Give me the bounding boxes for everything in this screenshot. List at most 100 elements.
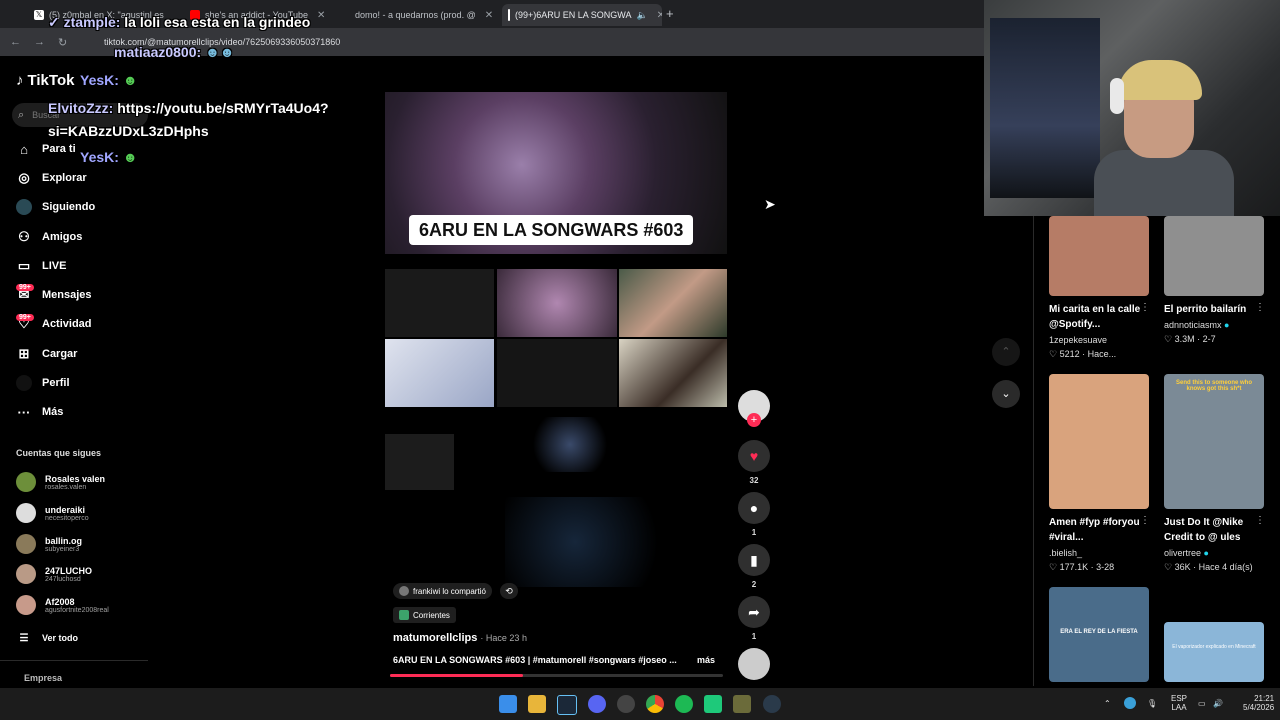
- recommended-title[interactable]: El perrito bailarín: [1164, 302, 1260, 317]
- mic-icon[interactable]: 🎙: [1147, 699, 1157, 708]
- back-icon[interactable]: ←: [10, 36, 21, 48]
- repost-icon[interactable]: ⟲: [500, 583, 518, 599]
- more-options-icon[interactable]: ⋮: [1140, 515, 1150, 526]
- recommended-title[interactable]: Just Do It @Nike Credit to @ ules: [1164, 515, 1260, 545]
- chevron-up-icon: ⌃: [1001, 346, 1011, 358]
- video-progress-track[interactable]: [390, 674, 723, 677]
- recommended-user[interactable]: .bielish_: [1049, 548, 1082, 558]
- obs-icon[interactable]: [617, 695, 635, 713]
- recommended-user-row[interactable]: olivertree ●: [1164, 548, 1209, 558]
- save-button[interactable]: ▮: [738, 544, 770, 576]
- following-item[interactable]: 247LUCHO 247luchosd: [16, 564, 92, 584]
- see-all-label: Ver todo: [42, 633, 79, 643]
- close-icon[interactable]: ✕: [657, 10, 662, 21]
- chrome-icon[interactable]: [646, 695, 664, 713]
- recommended-thumb[interactable]: Send this to someone who knows got this …: [1164, 374, 1264, 509]
- thumb-fill: [1049, 216, 1149, 296]
- app-icon[interactable]: [704, 695, 722, 713]
- tiktok-logo[interactable]: ♪ TikTok: [16, 72, 74, 89]
- see-all-link[interactable]: ☰ Ver todo: [16, 630, 79, 646]
- recommended-meta: ♡ 177.1K · 3-28: [1049, 562, 1115, 572]
- nav-para-ti[interactable]: ⌂ Para ti: [16, 141, 76, 157]
- volume-icon[interactable]: 🔊: [1213, 699, 1223, 708]
- share-button[interactable]: ➦: [738, 596, 770, 628]
- webcam-feed: [984, 0, 1280, 216]
- nav-cargar[interactable]: ⊞ Cargar: [16, 346, 78, 362]
- nav-label: Perfil: [42, 377, 70, 389]
- nav-siguiendo[interactable]: Siguiendo: [16, 199, 95, 215]
- forward-icon[interactable]: →: [34, 36, 45, 48]
- spotify-icon[interactable]: [675, 695, 693, 713]
- speaker-icon[interactable]: 🔈: [636, 10, 647, 21]
- chat-user: matiaaz0800:: [114, 44, 202, 60]
- follow-plus-icon[interactable]: +: [747, 413, 761, 427]
- video-tile: [619, 339, 727, 407]
- profile-icon: [16, 375, 32, 391]
- more-options-icon[interactable]: ⋮: [1255, 515, 1265, 526]
- tray-chevron-icon[interactable]: ⌃: [1104, 699, 1111, 708]
- category-label: Corrientes: [413, 610, 450, 620]
- following-item[interactable]: Af2008 agusfortnite2008real: [16, 595, 109, 615]
- recommended-user[interactable]: 1zepekesuave: [1049, 335, 1107, 345]
- tray-app-icon[interactable]: [1124, 697, 1136, 709]
- recommended-title[interactable]: Amen #fyp #foryou #viral...: [1049, 515, 1145, 545]
- close-icon[interactable]: ✕: [317, 10, 325, 21]
- more-link[interactable]: más: [697, 655, 715, 665]
- network-icon[interactable]: ▭: [1198, 699, 1206, 708]
- recommended-thumb[interactable]: El vaporizador explicado en Minecraft: [1164, 622, 1264, 682]
- recommended-thumb[interactable]: [1164, 216, 1264, 296]
- nav-explorar[interactable]: ◎ Explorar: [16, 170, 86, 186]
- video-tile: [385, 269, 494, 337]
- more-options-icon[interactable]: ⋮: [1140, 302, 1150, 313]
- avatar: [16, 595, 36, 615]
- sound-disc[interactable]: [738, 648, 770, 680]
- following-item[interactable]: Rosales valen rosales.valen: [16, 472, 105, 492]
- comment-button[interactable]: ●: [738, 492, 770, 524]
- new-tab-icon[interactable]: +: [666, 6, 674, 21]
- thumb-overlay-text: ERA EL REY DE LA FIESTA: [1060, 629, 1138, 635]
- app-icon[interactable]: [763, 695, 781, 713]
- frog-emote-icon: ☻: [122, 72, 138, 88]
- clock[interactable]: 21:21 5/4/2026: [1243, 694, 1274, 712]
- nav-amigos[interactable]: ⚇ Amigos: [16, 229, 82, 245]
- live-icon: ▭: [17, 258, 31, 273]
- like-button[interactable]: ♥: [738, 440, 770, 472]
- following-item[interactable]: ballin.og subyeiner3: [16, 534, 82, 554]
- steam-icon[interactable]: [557, 695, 577, 715]
- nav-live[interactable]: ▭ LIVE: [16, 258, 67, 274]
- shared-by-chip[interactable]: frankiwi lo compartió: [393, 583, 492, 599]
- nav-perfil[interactable]: Perfil: [16, 375, 70, 391]
- recommended-meta: ♡ 5212 · Hace...: [1049, 349, 1117, 359]
- recommended-user-row[interactable]: adnnoticiasmx ●: [1164, 320, 1229, 330]
- scroll-up-button[interactable]: ⌃: [992, 338, 1020, 366]
- more-options-icon[interactable]: ⋮: [1255, 302, 1265, 313]
- recommended-thumb[interactable]: [1049, 216, 1149, 296]
- thumb-fill: [1049, 374, 1149, 509]
- video-tile: [497, 269, 617, 337]
- app-icon[interactable]: [733, 695, 751, 713]
- chat-line: ElvitoZzz: https://youtu.be/sRMYrTa4Uo4?: [48, 100, 329, 116]
- shared-by-label: frankiwi lo compartió: [413, 586, 486, 596]
- reload-icon[interactable]: ↻: [58, 36, 67, 49]
- company-link[interactable]: Empresa: [24, 673, 62, 683]
- tab-youtube-domo[interactable]: domo! - a quedarnos (prod. @ ✕: [350, 4, 492, 26]
- video-author[interactable]: matumorellclips: [393, 632, 477, 644]
- chat-text: https://youtu.be/sRMYrTa4Uo4?: [117, 100, 329, 116]
- recommended-thumb[interactable]: ERA EL REY DE LA FIESTA: [1049, 587, 1149, 682]
- recommended-user: olivertree: [1164, 548, 1202, 558]
- category-chip[interactable]: Corrientes: [393, 607, 456, 623]
- like-count: 32: [749, 476, 759, 485]
- recommended-thumb[interactable]: [1049, 374, 1149, 509]
- video-tile: [505, 497, 705, 587]
- language-indicator[interactable]: ESP LAA: [1171, 694, 1187, 712]
- category-icon: [399, 610, 409, 620]
- discord-icon[interactable]: [588, 695, 606, 713]
- nav-mas[interactable]: ··· Más: [16, 404, 64, 420]
- scroll-down-button[interactable]: ⌄: [992, 380, 1020, 408]
- following-item[interactable]: underaiki necesitoperco: [16, 503, 89, 523]
- close-icon[interactable]: ✕: [485, 10, 492, 21]
- tab-tiktok[interactable]: (99+)6ARU EN LA SONGWA 🔈 ✕: [502, 4, 662, 26]
- recommended-title[interactable]: Mi carita en la calle @Spotify...: [1049, 302, 1145, 332]
- windows-start-icon[interactable]: [499, 695, 517, 713]
- file-explorer-icon[interactable]: [528, 695, 546, 713]
